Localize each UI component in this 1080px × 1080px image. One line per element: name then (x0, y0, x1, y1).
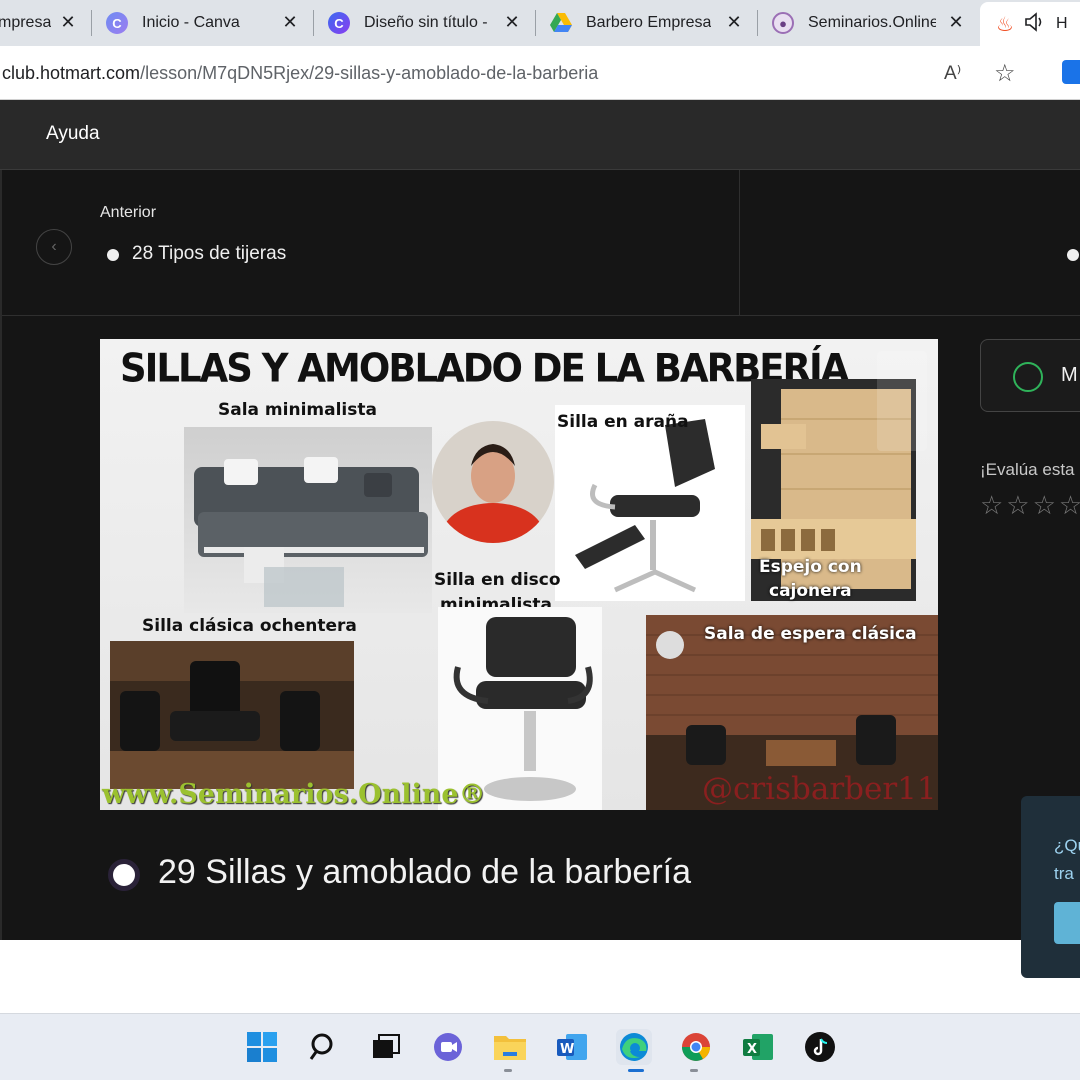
mark-complete-button[interactable]: M (980, 339, 1080, 412)
windows-taskbar: W X (0, 1013, 1080, 1080)
site-header: Ayuda (0, 100, 1080, 170)
url-text[interactable]: club.hotmart.com/lesson/M7qDN5Rjex/29-si… (2, 63, 598, 84)
tab-separator (757, 10, 758, 36)
rating-label: ¡Evalúa esta (980, 460, 1075, 479)
close-icon[interactable]: ✕ (724, 12, 744, 32)
seminarios-icon: ● (772, 12, 794, 34)
close-icon[interactable]: ✕ (946, 12, 966, 32)
address-bar[interactable]: club.hotmart.com/lesson/M7qDN5Rjex/29-si… (0, 52, 1040, 92)
browser-tab[interactable]: Barbero Empresa ✕ (550, 4, 750, 42)
running-indicator (504, 1069, 512, 1072)
page-edge (0, 170, 2, 940)
close-icon[interactable]: ✕ (58, 12, 78, 32)
lesson-status-dot (107, 249, 119, 261)
tab-title: Inicio - Canva (142, 14, 240, 31)
chrome-icon[interactable] (678, 1029, 714, 1065)
help-link[interactable]: Ayuda (46, 123, 100, 145)
classic-chair-image (110, 641, 354, 789)
url-host: club.hotmart.com (2, 63, 141, 83)
google-drive-icon (550, 12, 572, 34)
tiktok-icon[interactable] (802, 1029, 838, 1065)
lesson-title: 29 Sillas y amoblado de la barbería (158, 853, 691, 891)
excel-icon[interactable]: X (740, 1029, 776, 1065)
browser-tab[interactable]: C Diseño sin título - ✕ (328, 4, 528, 42)
sofa-image (184, 427, 432, 613)
start-icon[interactable] (244, 1029, 280, 1065)
caption-sala: Sala minimalista (218, 400, 377, 420)
video-title: SILLAS Y AMOBLADO DE LA BARBERÍA (120, 345, 849, 392)
watermark-handle: @crisbarber11 (702, 771, 937, 807)
caption-disco-1: Silla en disco (434, 570, 561, 590)
canva-icon: C (328, 12, 350, 34)
watermark-site: www.Seminarios.Online® (102, 779, 486, 810)
tab-separator (535, 10, 536, 36)
url-path: /lesson/M7qDN5Rjex/29-sillas-y-amoblado-… (140, 63, 599, 83)
svg-text:X: X (747, 1042, 757, 1057)
nav-divider (739, 170, 740, 316)
chevron-left-icon: ‹ (51, 238, 57, 255)
search-icon[interactable] (306, 1029, 342, 1065)
browser-tab-active[interactable]: ♨ H (980, 2, 1080, 46)
presenter-photo (432, 421, 554, 543)
tab-title: H (1056, 15, 1068, 32)
close-icon[interactable]: ✕ (280, 12, 300, 32)
previous-caption: Anterior (100, 204, 157, 221)
hotmart-flame-icon: ♨ (996, 13, 1014, 36)
caption-clasica: Silla clásica ochentera (142, 616, 357, 636)
lesson-navigation: ‹ Anterior 28 Tipos de tijeras (0, 170, 1080, 316)
tab-title: Barbero Empresa (586, 14, 712, 31)
caption-espera: Sala de espera clásica (704, 624, 917, 644)
browser-tab[interactable]: ● Seminarios.Online ✕ (772, 4, 972, 42)
help-card-line-2: tra (1054, 864, 1074, 883)
previous-lesson-link[interactable]: 28 Tipos de tijeras (132, 243, 286, 265)
task-view-icon[interactable] (368, 1029, 404, 1065)
edge-icon[interactable] (616, 1029, 652, 1065)
lesson-area: ‹ Anterior 28 Tipos de tijeras SILLAS Y … (0, 170, 1080, 978)
caption-espejo-1: Espejo con (759, 557, 862, 577)
active-indicator (628, 1069, 644, 1072)
checkmark-circle-icon (1013, 362, 1043, 392)
star-rating[interactable]: ☆☆☆☆ (980, 490, 1080, 521)
tab-title: mpresa (0, 14, 52, 31)
browser-tab[interactable]: mpresa ✕ (0, 4, 84, 42)
tab-separator (313, 10, 314, 36)
canva-icon: C (106, 12, 128, 34)
add-favorite-icon[interactable]: ☆ (994, 59, 1016, 88)
close-icon[interactable]: ✕ (502, 12, 522, 32)
help-card-text: ¿Qu tra (1054, 832, 1080, 888)
caption-espejo-2: cajonera (769, 581, 852, 601)
lesson-video[interactable]: SILLAS Y AMOBLADO DE LA BARBERÍA Sala mi… (100, 339, 938, 810)
teams-chat-icon[interactable] (430, 1029, 466, 1065)
extension-icon[interactable] (1062, 60, 1080, 84)
tab-title: Diseño sin título - (364, 14, 488, 31)
spider-chair-image (555, 405, 745, 601)
help-card-line-1: ¿Qu (1054, 836, 1080, 855)
video-overlay-controls[interactable] (877, 351, 927, 451)
file-explorer-icon[interactable] (492, 1029, 528, 1065)
address-bar-row: club.hotmart.com/lesson/M7qDN5Rjex/29-si… (0, 46, 1080, 100)
previous-lesson-button[interactable]: ‹ (36, 229, 72, 265)
running-indicator (690, 1069, 698, 1072)
caption-arana: Silla en araña (557, 412, 689, 432)
browser-tab[interactable]: C Inicio - Canva ✕ (106, 4, 306, 42)
speaker-icon[interactable] (1024, 11, 1046, 37)
word-icon[interactable]: W (554, 1029, 590, 1065)
mark-complete-label: M (1061, 364, 1078, 386)
help-card: ¿Qu tra (1021, 796, 1080, 978)
browser-tab-strip: mpresa ✕ C Inicio - Canva ✕ C Diseño sin… (0, 0, 1080, 46)
tab-separator (91, 10, 92, 36)
next-lesson-status-dot[interactable] (1067, 249, 1079, 261)
tab-title: Seminarios.Online (808, 14, 936, 31)
lesson-status-dot (108, 859, 140, 891)
read-aloud-icon[interactable]: A⁾ (944, 62, 961, 85)
svg-text:W: W (560, 1042, 574, 1057)
help-card-button[interactable] (1054, 902, 1080, 944)
